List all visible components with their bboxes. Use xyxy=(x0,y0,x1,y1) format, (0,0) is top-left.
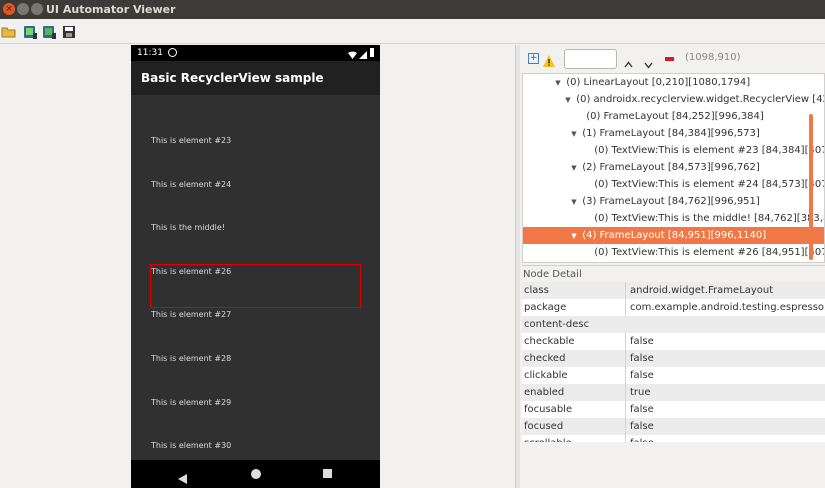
tree-toggle-icon[interactable]: ▼ xyxy=(569,126,579,142)
tree-toggle-icon[interactable]: ▼ xyxy=(563,92,573,108)
tree-node-label: (1) FrameLayout [84,384][996,573] xyxy=(582,128,760,139)
tree-toggle-icon[interactable]: ▼ xyxy=(569,160,579,176)
table-row[interactable]: enabled true xyxy=(522,384,825,401)
tree-node-label: (3) FrameLayout [84,762][996,951] xyxy=(582,196,760,207)
property-key: checkable xyxy=(524,336,575,347)
table-row[interactable]: checked false xyxy=(522,350,825,367)
property-value: false xyxy=(625,367,825,384)
property-value: true xyxy=(625,384,825,401)
tree-node-label: (0) TextView:This is the middle! [84,762… xyxy=(594,213,825,224)
main-toolbar xyxy=(0,19,825,44)
list-item[interactable]: This is element #28 xyxy=(151,354,231,363)
nav-recents-icon[interactable] xyxy=(323,469,332,478)
tree-node[interactable]: ▼ (0) LinearLayout [0,210][1080,1794] xyxy=(523,74,824,91)
tree-node[interactable]: (0) TextView:This is element #23 [84,384… xyxy=(523,142,825,159)
tree-node[interactable]: ▼ (2) FrameLayout [84,573][996,762] xyxy=(523,159,824,176)
chevron-down-icon[interactable] xyxy=(644,54,653,73)
table-row[interactable]: checkable false xyxy=(522,333,825,350)
tree-node-label: (0) TextView:This is element #26 [84,951… xyxy=(594,247,825,258)
inspector-pane: + (1098,910) ▼ (0) LinearLayout [0,210][… xyxy=(520,45,825,488)
property-value: false xyxy=(625,401,825,418)
device-screenshot-icon[interactable] xyxy=(22,24,38,40)
property-key: enabled xyxy=(524,387,565,398)
tree-toggle-icon[interactable]: ▼ xyxy=(569,194,579,210)
tree-node-label: (0) androidx.recyclerview.widget.Recycle… xyxy=(576,94,825,105)
tree-node-label: (4) FrameLayout [84,951][996,1140] xyxy=(582,230,767,241)
list-item[interactable]: This is element #30 xyxy=(151,441,231,450)
property-key: focusable xyxy=(524,404,573,415)
node-detail-label: Node Detail xyxy=(522,265,825,282)
list-item[interactable]: This is element #24 xyxy=(151,180,231,189)
maximize-window-button[interactable] xyxy=(31,3,43,15)
save-icon[interactable] xyxy=(61,24,77,40)
property-key: package xyxy=(524,302,567,313)
window-titlebar: × UI Automator Viewer xyxy=(0,0,825,19)
tree-node[interactable]: (0) TextView:This is the middle! [84,762… xyxy=(523,210,825,227)
table-row[interactable]: clickable false xyxy=(522,367,825,384)
folder-open-icon[interactable] xyxy=(1,24,17,40)
table-row[interactable]: content-desc xyxy=(522,316,825,333)
pointer-coordinates: (1098,910) xyxy=(685,52,741,63)
hierarchy-tree[interactable]: ▼ (0) LinearLayout [0,210][1080,1794] ▼ … xyxy=(522,73,825,263)
app-title: Basic RecyclerView sample xyxy=(141,71,324,85)
warning-icon[interactable] xyxy=(543,52,555,71)
tree-node-selected[interactable]: ▼ (4) FrameLayout [84,951][996,1140] xyxy=(523,227,824,244)
nav-home-icon[interactable] xyxy=(251,469,261,479)
list-item[interactable]: This is the middle! xyxy=(151,223,225,232)
table-row[interactable]: focusable false xyxy=(522,401,825,418)
tree-toolbar: + (1098,910) xyxy=(520,45,825,73)
battery-icon xyxy=(370,48,374,57)
tree-node-label: (2) FrameLayout [84,573][996,762] xyxy=(582,162,760,173)
notification-icon xyxy=(168,48,177,57)
table-row[interactable]: focused false xyxy=(522,418,825,435)
property-value: false xyxy=(625,350,825,367)
tree-node[interactable]: ▼ (0) androidx.recyclerview.widget.Recyc… xyxy=(523,91,825,108)
property-key: checked xyxy=(524,353,566,364)
table-row[interactable]: scrollable false xyxy=(522,435,825,442)
table-row[interactable]: package com.example.android.testing.espre… xyxy=(522,299,825,316)
property-key: scrollable xyxy=(524,435,620,442)
selected-node-highlight xyxy=(150,264,361,308)
list-item[interactable]: This is element #23 xyxy=(151,136,231,145)
property-value: android.widget.FrameLayout xyxy=(625,282,825,299)
tree-node[interactable]: (0) TextView:This is element #26 [84,951… xyxy=(523,244,825,261)
property-value: false xyxy=(625,333,825,350)
property-value: false xyxy=(625,418,825,435)
close-window-button[interactable]: × xyxy=(3,3,15,15)
tree-node[interactable]: ▼ (1) FrameLayout [84,384][996,573] xyxy=(523,125,824,142)
expand-all-icon[interactable]: + xyxy=(528,53,539,64)
android-nav-bar xyxy=(131,460,380,488)
app-toolbar: Basic RecyclerView sample xyxy=(131,61,380,95)
tree-node[interactable]: (0) TextView:This is element #24 [84,573… xyxy=(523,176,825,193)
property-key: content-desc xyxy=(524,319,590,330)
property-key: focused xyxy=(524,421,564,432)
nav-back-icon[interactable] xyxy=(178,469,187,488)
tree-node-label: (0) TextView:This is element #24 [84,573… xyxy=(594,179,825,190)
list-item[interactable]: This is element #27 xyxy=(151,310,231,319)
tree-toggle-icon[interactable]: ▼ xyxy=(569,228,579,244)
tree-node-label: (0) TextView:This is element #23 [84,384… xyxy=(594,145,825,156)
table-row[interactable]: class android.widget.FrameLayout xyxy=(522,282,825,299)
search-input[interactable] xyxy=(564,49,617,69)
clear-icon[interactable] xyxy=(665,57,674,61)
node-detail-table[interactable]: class android.widget.FrameLayout package c… xyxy=(522,282,825,442)
tree-scrollbar[interactable] xyxy=(809,114,813,260)
property-value: com.example.android.testing.espresso. xyxy=(625,299,825,316)
device-screenshot-compressed-icon[interactable] xyxy=(41,24,57,40)
tree-node[interactable]: (0) FrameLayout [84,252][996,384] xyxy=(523,108,824,125)
chevron-up-icon[interactable] xyxy=(624,53,633,72)
property-key: class xyxy=(524,285,549,296)
minimize-window-button[interactable] xyxy=(17,3,29,15)
tree-toggle-icon[interactable]: ▼ xyxy=(553,75,563,91)
android-status-bar: 11:31 xyxy=(131,45,380,61)
window-title: UI Automator Viewer xyxy=(46,3,176,16)
status-time: 11:31 xyxy=(137,48,163,58)
property-key: clickable xyxy=(524,370,568,381)
tree-node-label: (0) FrameLayout [84,252][996,384] xyxy=(586,111,764,122)
tree-node[interactable]: ▼ (3) FrameLayout [84,762][996,951] xyxy=(523,193,824,210)
tree-node-label: (0) LinearLayout [0,210][1080,1794] xyxy=(566,77,751,88)
list-item[interactable]: This is element #29 xyxy=(151,398,231,407)
property-value: false xyxy=(625,435,825,442)
